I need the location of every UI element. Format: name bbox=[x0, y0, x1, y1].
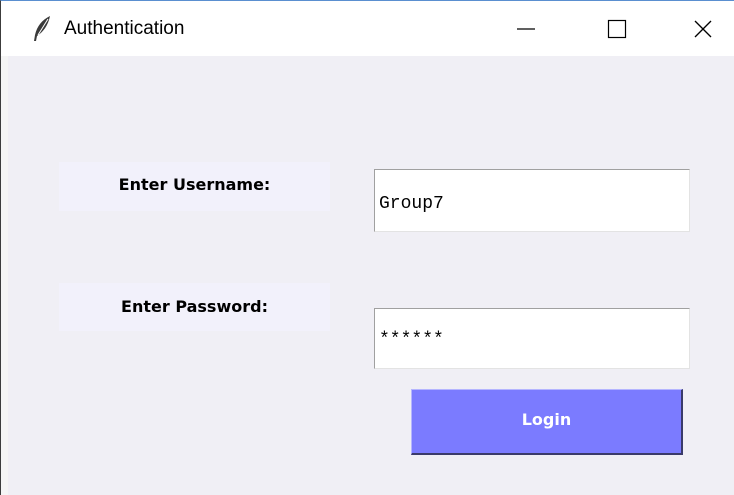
password-input[interactable] bbox=[374, 308, 690, 369]
minimize-icon bbox=[516, 19, 536, 39]
close-icon bbox=[693, 19, 713, 39]
window-left-edge bbox=[1, 56, 8, 495]
authentication-window: Authentication Enter Username: Group7 En… bbox=[0, 0, 734, 495]
username-input[interactable] bbox=[374, 169, 690, 232]
title-bar[interactable]: Authentication bbox=[1, 1, 734, 56]
close-button[interactable] bbox=[678, 1, 728, 56]
password-label-text: Enter Password: bbox=[121, 297, 268, 316]
username-label-text: Enter Username: bbox=[118, 175, 271, 194]
password-label: Enter Password: bbox=[59, 283, 330, 331]
username-label: Enter Username: bbox=[59, 162, 330, 211]
maximize-icon bbox=[607, 19, 627, 39]
feather-icon bbox=[31, 15, 53, 43]
window-title: Authentication bbox=[64, 18, 185, 39]
login-button[interactable]: Login bbox=[411, 389, 683, 455]
maximize-button[interactable] bbox=[592, 1, 642, 56]
login-button-label: Login bbox=[521, 410, 572, 429]
minimize-button[interactable] bbox=[501, 1, 551, 56]
